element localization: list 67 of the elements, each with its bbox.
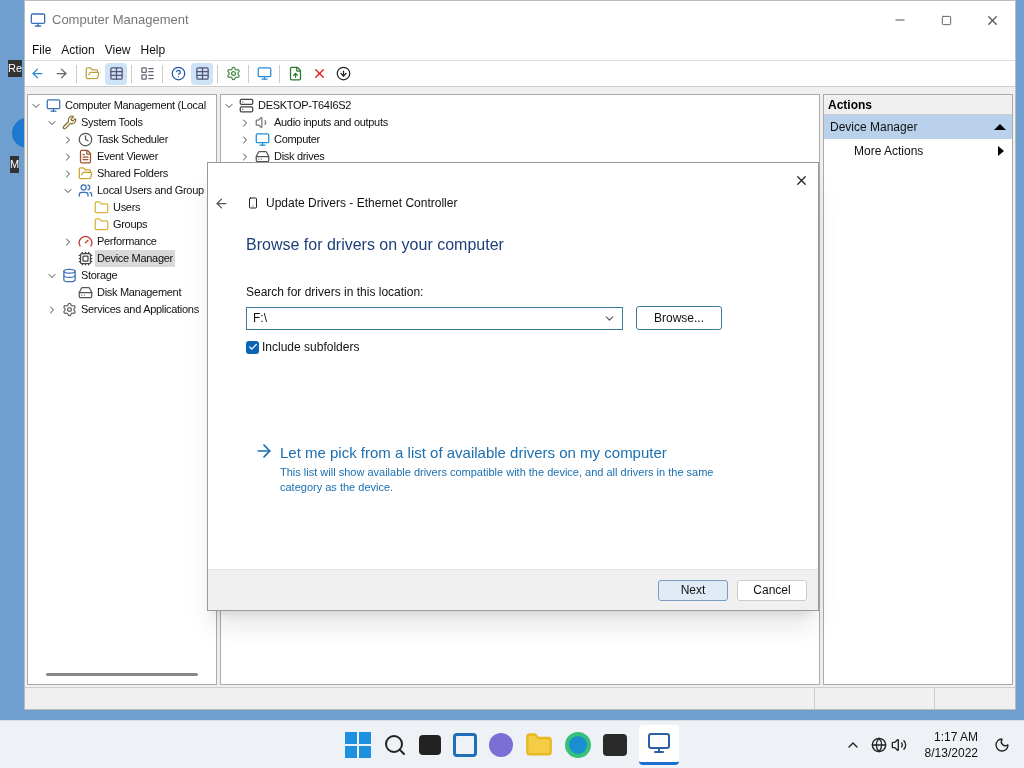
desktop-icon-label: M (10, 156, 20, 173)
folder-icon (94, 200, 109, 215)
clock-icon (78, 132, 93, 147)
folder-icon (94, 217, 109, 232)
start-button[interactable] (345, 731, 372, 758)
window-title: Computer Management (52, 11, 190, 30)
tree-item[interactable]: Services and Applications (79, 301, 201, 318)
clock-date[interactable]: 8/13/2022 (924, 744, 978, 761)
dialog-button[interactable]: Next (658, 579, 728, 601)
browse-button[interactable]: Browse... (636, 306, 722, 330)
services-icon (62, 302, 77, 317)
log-icon (78, 149, 93, 164)
scrollbar[interactable] (46, 673, 198, 676)
dialog-heading: Browse for drivers on your computer (246, 235, 505, 255)
desktop-icon-label: Re (8, 60, 23, 77)
computer-icon (46, 98, 61, 113)
tree-item[interactable]: Groups (111, 216, 150, 233)
action-pane-icon[interactable] (191, 62, 213, 85)
tree-item[interactable]: Computer Management (Local (63, 97, 208, 114)
dialog-button[interactable]: Cancel (737, 579, 807, 601)
storage-icon (62, 268, 77, 283)
console-tree-icon[interactable] (105, 62, 127, 85)
monitor-icon (255, 132, 270, 147)
tree-item[interactable]: Task Scheduler (95, 131, 170, 148)
shared-folder-icon (78, 166, 93, 181)
link-description: This list will show available drivers compatible with the device, and all drivers in the same category as the device. (280, 464, 715, 495)
menu-item[interactable]: Help (135, 40, 171, 59)
action-link[interactable]: More Actions (854, 142, 998, 160)
checkbox[interactable] (246, 340, 259, 354)
gauge-icon (78, 234, 93, 249)
menu-item[interactable]: Action (56, 40, 100, 59)
search-icon[interactable] (383, 732, 408, 757)
network-icon[interactable] (870, 736, 887, 753)
wrench-icon (62, 115, 77, 130)
volume-icon[interactable] (890, 736, 907, 753)
tree-item[interactable]: Storage (79, 267, 120, 284)
users-icon (78, 183, 93, 198)
tree-item[interactable]: Local Users and Group (95, 182, 206, 199)
app-icon (30, 12, 46, 28)
widgets-icon[interactable] (453, 732, 478, 757)
menu-item[interactable]: File (27, 40, 57, 59)
submenu-arrow-icon (998, 146, 1004, 156)
path-combobox[interactable]: F:\ (246, 306, 623, 330)
tree-item[interactable]: Event Viewer (95, 148, 160, 165)
clock-time[interactable]: 1:17 AM (933, 728, 978, 745)
actions-header: Actions (824, 95, 1012, 115)
checkbox-label[interactable]: Include subfolders (262, 338, 360, 356)
tree-item[interactable]: Performance (95, 233, 159, 250)
driver-list-link[interactable]: Let me pick from a list of available drivers on my computer (280, 442, 730, 465)
computer-icon (239, 98, 254, 113)
tree-item[interactable]: System Tools (79, 114, 145, 131)
menu-item[interactable]: View (99, 40, 136, 59)
tree-item[interactable]: Device Manager (95, 250, 175, 267)
tree-item[interactable]: DESKTOP-T64I6S2 (256, 97, 354, 114)
moon-icon[interactable] (994, 736, 1010, 753)
maximize-icon[interactable] (940, 14, 952, 26)
tree-item[interactable]: Disk drives (272, 148, 327, 165)
device-icon (78, 251, 93, 266)
tree-item[interactable]: Audio inputs and outputs (272, 114, 390, 131)
tree-item[interactable]: Computer (272, 131, 322, 148)
tree-item[interactable]: Disk Management (95, 284, 184, 301)
tree-item[interactable]: Users (111, 199, 143, 216)
dialog-title: Update Drivers - Ethernet Controller (266, 195, 458, 212)
collapse-triangle-icon[interactable] (994, 124, 1006, 130)
tree-item[interactable]: Shared Folders (95, 165, 170, 182)
actions-section-header[interactable]: Device Manager (824, 115, 1012, 139)
field-label: Search for drivers in this location: (246, 284, 425, 301)
